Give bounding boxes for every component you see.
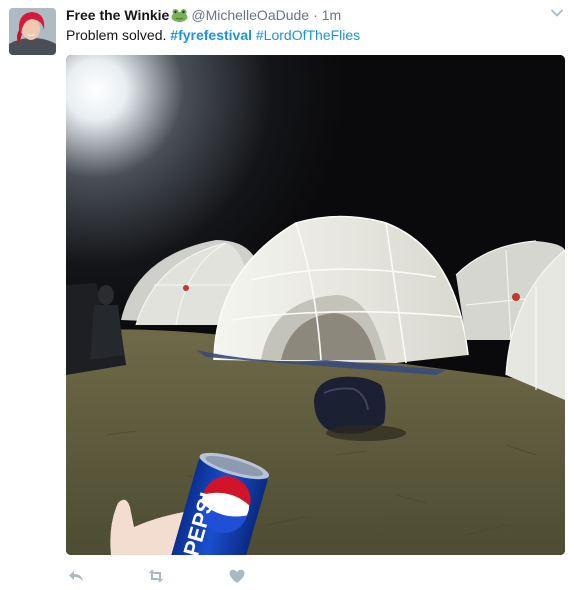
hashtag-fyrefestival[interactable]: #fyrefestival [170, 27, 252, 43]
separator-dot: · [313, 7, 318, 23]
retweet-icon[interactable] [146, 566, 166, 586]
tweet-header: Free the Winkie @MichelleOaDude · 1m [66, 6, 341, 24]
tweet-text: Problem solved. #fyrefestival #LordOfThe… [66, 27, 360, 43]
avatar[interactable] [9, 8, 56, 55]
timestamp[interactable]: 1m [322, 7, 341, 23]
reply-icon[interactable] [66, 566, 86, 586]
frog-emoji-icon [171, 9, 188, 22]
tweet-text-plain: Problem solved. [66, 27, 167, 43]
tweet-photo[interactable]: PEPSI [66, 55, 565, 555]
tweet-card: Free the Winkie @MichelleOaDude · 1m Pro… [0, 0, 574, 590]
display-name[interactable]: Free the Winkie [66, 7, 169, 23]
like-icon[interactable] [227, 566, 247, 586]
caret-down-icon[interactable] [550, 6, 564, 20]
user-handle[interactable]: @MichelleOaDude [191, 7, 309, 23]
hashtag-lordoftheflies[interactable]: #LordOfTheFlies [256, 27, 360, 43]
